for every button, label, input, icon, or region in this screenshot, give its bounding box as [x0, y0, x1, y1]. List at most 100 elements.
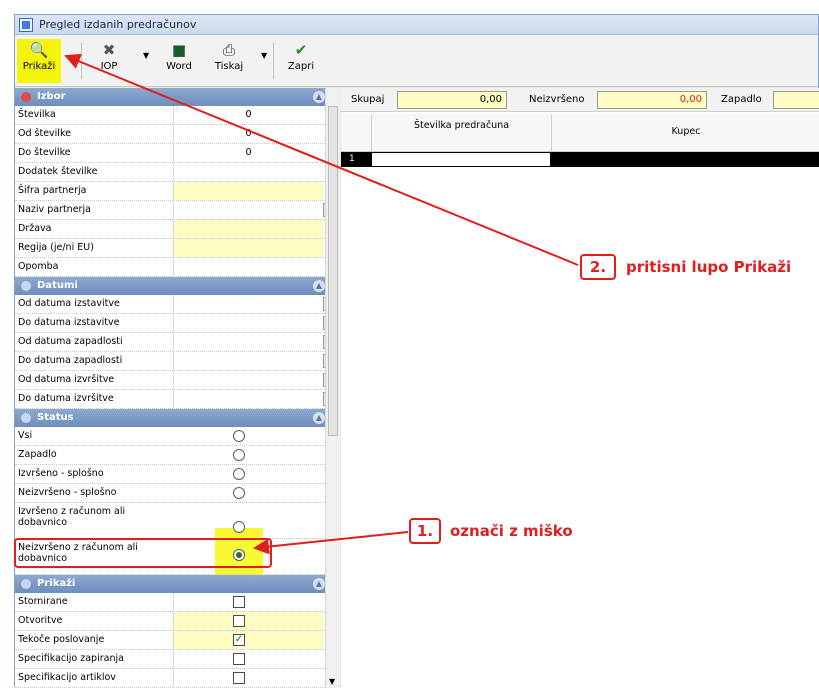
section-izbor-header[interactable]: Izbor ▲	[15, 88, 339, 106]
section-icon	[21, 579, 31, 589]
summary-bar: Skupaj 0,00 Neizvršeno 0,00 Zapadlo	[341, 88, 819, 112]
toolbar-separator	[81, 43, 82, 79]
date-row: Do datuma zapadlosti...	[15, 352, 339, 371]
checkbox-otvoritve[interactable]	[233, 615, 245, 627]
date-input[interactable]	[173, 371, 323, 389]
opomba-input[interactable]	[173, 258, 323, 276]
date-input[interactable]	[173, 352, 323, 370]
tiskaj-dropdown-arrow-icon[interactable]: ▼	[261, 51, 267, 60]
date-row: Od datuma izvršitve...	[15, 371, 339, 390]
magnifier-icon: 🔍	[29, 41, 49, 59]
od-stevilke-input[interactable]: 0	[173, 125, 323, 143]
field-row: Naziv partnerja...	[15, 201, 339, 220]
display-option: Specifikacijo zapiranja	[15, 650, 339, 669]
field-row: Številka 0	[15, 106, 339, 125]
zapri-button[interactable]: ✔ Zapri	[279, 39, 323, 83]
word-button[interactable]: ■ Word	[157, 39, 201, 83]
stevilka-input[interactable]: 0	[173, 106, 323, 124]
step1-text: označi z miško	[450, 522, 573, 540]
field-row: Od številke 0	[15, 125, 339, 144]
zapadlo-value	[773, 91, 819, 109]
drzava-select[interactable]	[173, 220, 323, 238]
section-prikazi-header[interactable]: Prikaži ▲	[15, 575, 339, 593]
column-header-kupec[interactable]: Kupec	[551, 114, 819, 152]
regija-select[interactable]	[173, 239, 323, 257]
field-row: Država▼	[15, 220, 339, 239]
filter-icon	[21, 92, 31, 102]
status-option: Zapadlo	[15, 446, 339, 465]
collapse-icon[interactable]: ▲	[313, 578, 325, 590]
results-panel: Skupaj 0,00 Neizvršeno 0,00 Zapadlo Štev…	[341, 88, 819, 688]
column-header-stevilka[interactable]: Številka predračuna	[371, 114, 551, 152]
checkbox-tekoce-poslovanje[interactable]: ✓	[233, 634, 245, 646]
row-number: 1	[341, 152, 371, 167]
date-input[interactable]	[173, 295, 323, 313]
sifra-partnerja-input[interactable]	[173, 182, 323, 200]
iop-dropdown-arrow-icon[interactable]: ▼	[143, 51, 149, 60]
date-row: Od datuma zapadlosti...	[15, 333, 339, 352]
date-row: Do datuma izvršitve...	[15, 390, 339, 409]
app-icon	[19, 18, 33, 32]
status-option: Neizvršeno - splošno	[15, 484, 339, 503]
display-option: Stornirane	[15, 593, 339, 612]
title-bar: Pregled izdanih predračunov	[15, 15, 818, 35]
field-row: Regija (je/ni EU)▼	[15, 239, 339, 258]
grid-header: Številka predračuna Kupec	[341, 114, 819, 152]
iop-button[interactable]: ✖ IOP	[87, 39, 131, 83]
toolbar-separator	[273, 43, 274, 79]
printer-icon: ⎙	[222, 41, 235, 59]
date-row: Do datuma izstavitve...	[15, 314, 339, 333]
collapse-icon[interactable]: ▲	[313, 91, 325, 103]
radio-izvrseno-z-racunom[interactable]	[233, 521, 245, 533]
prikazi-button[interactable]: 🔍 Prikaži	[17, 39, 61, 83]
status-option: Vsi	[15, 427, 339, 446]
scroll-down-icon[interactable]: ▼	[329, 677, 335, 686]
section-icon	[21, 413, 31, 423]
step2-number: 2.	[580, 254, 616, 280]
section-status-header[interactable]: Status ▲	[15, 409, 339, 427]
section-icon	[21, 281, 31, 291]
display-option: Tekoče poslovanje ✓	[15, 631, 339, 650]
checkbox-specifikacijo-zapiranja[interactable]	[233, 653, 245, 665]
radio-neizvrseno-splosno[interactable]	[233, 487, 245, 499]
status-option: Izvršeno z računom ali dobavnico	[15, 503, 339, 539]
field-row: Šifra partnerja	[15, 182, 339, 201]
filter-panel: Izbor ▲ Številka 0 Od številke 0 Do števil…	[15, 88, 340, 688]
iop-icon: ✖	[102, 41, 116, 59]
toolbar: 🔍 Prikaži ✖ IOP ▼ ■ Word ⎙ Tiskaj ▼ ✔ Za…	[15, 35, 818, 87]
status-option: Izvršeno - splošno	[15, 465, 339, 484]
checkbox-specifikacijo-artiklov[interactable]	[233, 672, 245, 684]
dodatek-stevilke-input[interactable]	[173, 163, 323, 181]
table-cell[interactable]	[371, 152, 551, 167]
main-window: Pregled izdanih predračunov 🔍 Prikaži ✖ …	[14, 14, 819, 688]
skupaj-value: 0,00	[397, 91, 507, 109]
do-stevilke-input[interactable]: 0	[173, 144, 323, 162]
tiskaj-button[interactable]: ⎙ Tiskaj	[207, 39, 251, 83]
field-row: Dodatek številke	[15, 163, 339, 182]
section-datumi-header[interactable]: Datumi ▲	[15, 277, 339, 295]
checkmark-icon: ✔	[294, 41, 308, 59]
table-row[interactable]: 1	[341, 152, 819, 167]
date-input[interactable]	[173, 314, 323, 332]
filter-scrollbar[interactable]: ▼	[325, 88, 340, 688]
field-row: Do številke 0	[15, 144, 339, 163]
collapse-icon[interactable]: ▲	[313, 412, 325, 424]
radio-vsi[interactable]	[233, 430, 245, 442]
date-row: Od datuma izstavitve...	[15, 295, 339, 314]
neizvrseno-value: 0,00	[597, 91, 707, 109]
window-title: Pregled izdanih predračunov	[39, 18, 197, 31]
word-icon: ■	[171, 41, 187, 59]
naziv-partnerja-input[interactable]	[173, 201, 323, 219]
scrollbar-thumb[interactable]	[328, 106, 338, 436]
radio-izvrseno-splosno[interactable]	[233, 468, 245, 480]
display-option: Otvoritve	[15, 612, 339, 631]
step1-number: 1.	[409, 518, 441, 544]
date-input[interactable]	[173, 390, 323, 408]
date-input[interactable]	[173, 333, 323, 351]
radio-zapadlo[interactable]	[233, 449, 245, 461]
collapse-icon[interactable]: ▲	[313, 280, 325, 292]
table-cell[interactable]	[551, 152, 819, 167]
step2-text: pritisni lupo Prikaži	[626, 258, 792, 276]
selection-highlight-box	[14, 538, 272, 568]
checkbox-stornirane[interactable]	[233, 596, 245, 608]
